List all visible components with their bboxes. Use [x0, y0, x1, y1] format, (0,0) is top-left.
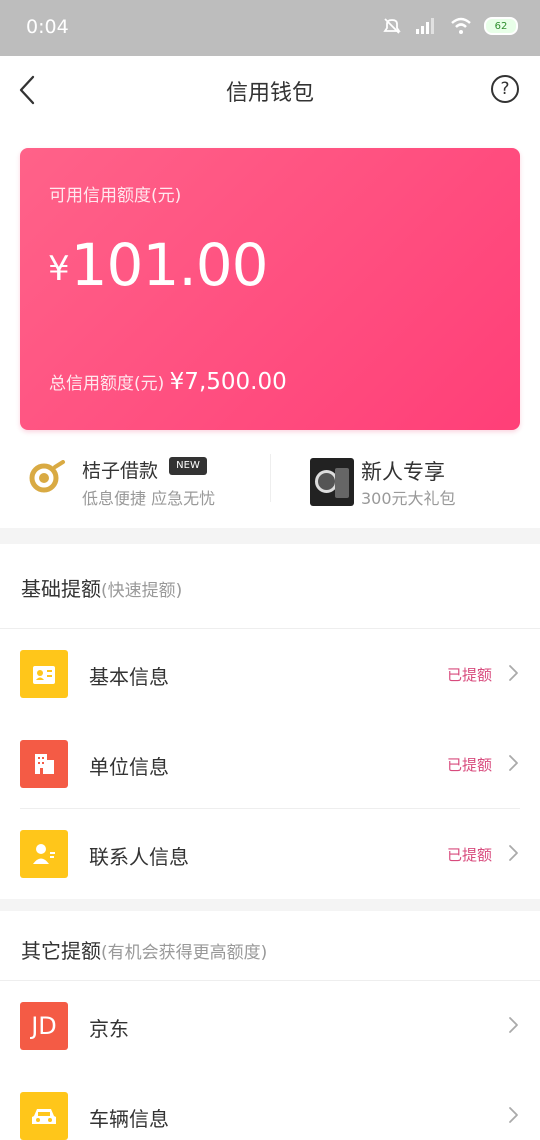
- jd-label: 京东: [89, 1017, 129, 1041]
- loan-subtitle: 低息便捷 应急无忧: [82, 489, 216, 508]
- chevron-right-icon: [506, 1105, 520, 1125]
- basic-info-label: 基本信息: [89, 665, 169, 689]
- total-credit-line: 总信用额度(元) ¥7,500.00: [49, 369, 287, 395]
- total-credit-label: 总信用额度(元): [49, 374, 165, 394]
- gift-subtitle: 300元大礼包: [361, 489, 456, 508]
- chevron-right-icon: [506, 1015, 520, 1035]
- total-credit-value: ¥7,500.00: [169, 369, 287, 395]
- page-title: 信用钱包: [225, 81, 314, 106]
- promo-divider: [270, 454, 271, 502]
- wallet-area: 可用信用额度(元) ¥101.00 总信用额度(元) ¥7,500.00 桔子借…: [0, 124, 540, 528]
- credit-card: 可用信用额度(元) ¥101.00 总信用额度(元) ¥7,500.00: [20, 148, 520, 430]
- other-credit-section: 其它提额(有机会获得更高额度): [0, 911, 540, 981]
- jd-row[interactable]: JD 京东: [0, 981, 540, 1071]
- question-circle-icon[interactable]: ?: [491, 75, 519, 103]
- company-info-status: 已提额: [447, 756, 493, 774]
- contact-info-label: 联系人信息: [89, 845, 189, 869]
- company-info-label: 单位信息: [89, 755, 169, 779]
- status-bar: 0:04 62: [0, 0, 540, 56]
- company-info-row[interactable]: 单位信息 已提额: [0, 719, 540, 809]
- gift-product-image: [310, 458, 354, 506]
- person-icon: [20, 830, 68, 878]
- jd-logo-icon: JD: [20, 1002, 68, 1050]
- basic-info-row[interactable]: 基本信息 已提额: [0, 629, 540, 719]
- basic-section-title: 基础提额(快速提额): [21, 573, 182, 602]
- available-credit-label: 可用信用额度(元): [49, 186, 182, 206]
- available-credit-amount: ¥101.00: [48, 236, 269, 294]
- wifi-icon: [450, 16, 472, 36]
- available-credit-value: 101.00: [70, 231, 269, 299]
- orange-coin-icon: [28, 460, 66, 494]
- status-time: 0:04: [26, 16, 69, 38]
- id-card-icon: [20, 650, 68, 698]
- building-icon: [20, 740, 68, 788]
- chevron-right-icon: [506, 663, 520, 683]
- signal-icon: [414, 16, 438, 36]
- basic-section-title-text: 基础提额: [21, 577, 101, 601]
- car-icon: [20, 1092, 68, 1140]
- basic-info-status: 已提额: [447, 666, 493, 684]
- basic-credit-section: 基础提额(快速提额): [0, 544, 540, 629]
- loan-title: 桔子借款: [82, 460, 159, 482]
- contact-info-status: 已提额: [447, 846, 493, 864]
- vehicle-info-row[interactable]: 车辆信息: [0, 1071, 540, 1140]
- jd-logo-text: JD: [31, 1012, 57, 1040]
- promo-row: 桔子借款 NEW 低息便捷 应急无忧 新人专享 300元大礼包: [0, 444, 540, 514]
- chevron-right-icon: [506, 753, 520, 773]
- mute-icon: [382, 16, 402, 36]
- basic-section-subtitle: (快速提额): [101, 581, 183, 601]
- new-badge: NEW: [169, 457, 207, 475]
- currency-symbol: ¥: [48, 249, 70, 289]
- nav-bar: 信用钱包 ?: [0, 56, 540, 124]
- gift-title: 新人专享: [361, 460, 445, 484]
- status-icons: 62: [382, 16, 518, 36]
- chevron-right-icon: [506, 843, 520, 863]
- contact-info-row[interactable]: 联系人信息 已提额: [0, 809, 540, 899]
- vehicle-info-label: 车辆信息: [89, 1107, 169, 1131]
- other-section-title-text: 其它提额: [21, 939, 101, 963]
- other-section-title: 其它提额(有机会获得更高额度): [21, 935, 267, 964]
- other-section-subtitle: (有机会获得更高额度): [101, 943, 268, 963]
- battery-icon: 62: [484, 17, 518, 35]
